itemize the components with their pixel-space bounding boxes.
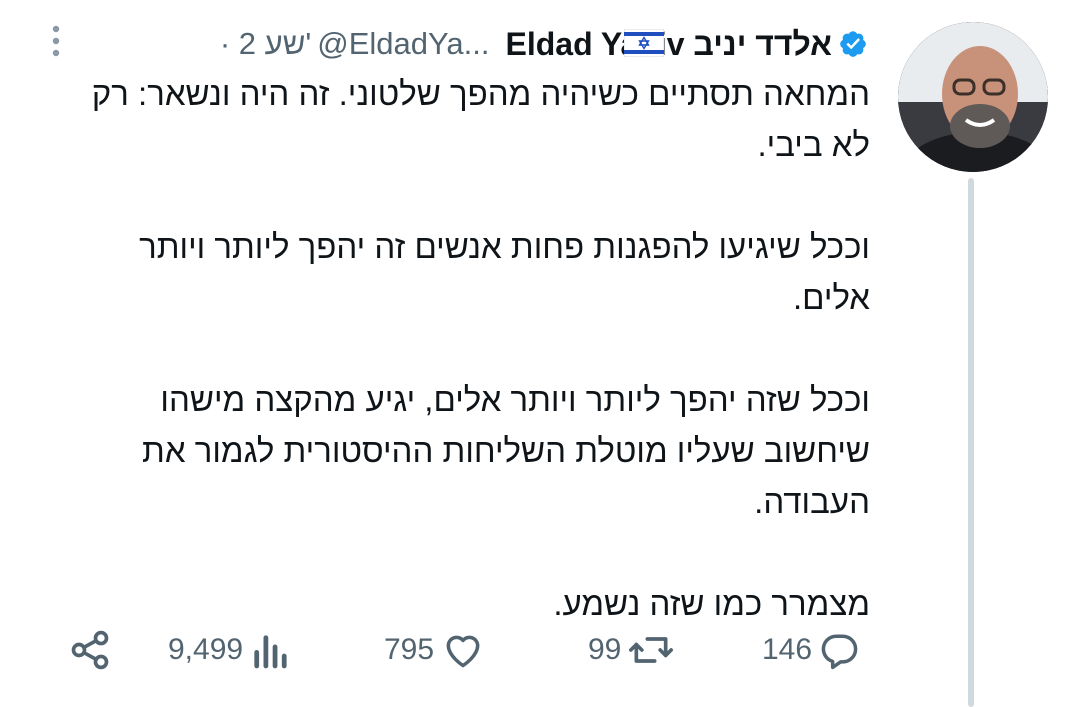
heart-icon [446,635,480,668]
tweet-handle[interactable]: @EldadYa... [317,26,489,62]
more-vertical-icon[interactable] [46,24,66,58]
views-count: 9,499 [168,633,244,666]
share-button[interactable] [68,620,112,680]
tweet-text: המחאה תסתיים כשיהיה מהפך שלטוני. זה היה … [91,75,870,622]
avatar-image [898,22,1048,172]
tweet-header: Eldad Yaniv אלדד יניב @EldadYa... · 2 שע… [220,22,868,66]
retweet-button[interactable]: 99 [588,620,675,680]
reply-icon [821,634,858,670]
israel-flag-icon [624,29,664,57]
views-button[interactable]: 9,499 [168,620,289,680]
display-name[interactable]: Eldad Yaniv אלדד יניב [505,26,832,63]
like-button[interactable]: 795 [384,620,486,680]
share-icon [71,630,109,670]
like-count: 795 [384,633,435,666]
verified-badge-icon [840,31,866,57]
reply-button[interactable]: 146 [762,620,862,680]
action-bar: 146 99 795 9,499 [0,620,1080,680]
views-icon [254,635,287,669]
reply-count: 146 [762,633,813,666]
avatar[interactable] [898,22,1048,172]
retweet-count: 99 [588,633,622,666]
tweet-time[interactable]: · 2 שע' [220,26,311,62]
retweet-icon [629,637,674,663]
